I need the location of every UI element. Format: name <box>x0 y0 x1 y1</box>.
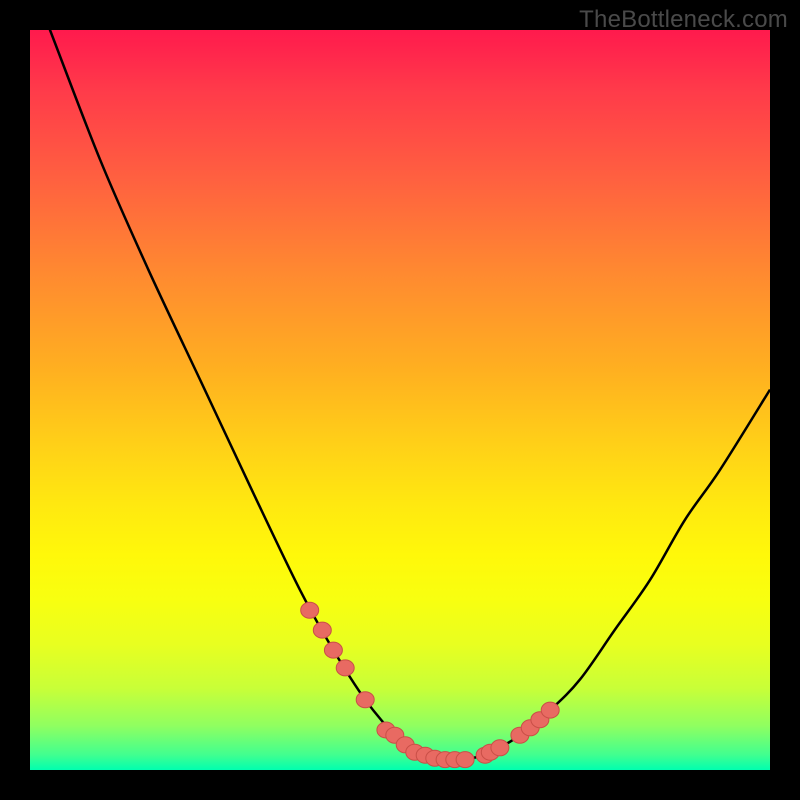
chart-plot-area <box>30 30 770 770</box>
watermark-text: TheBottleneck.com <box>579 6 788 34</box>
